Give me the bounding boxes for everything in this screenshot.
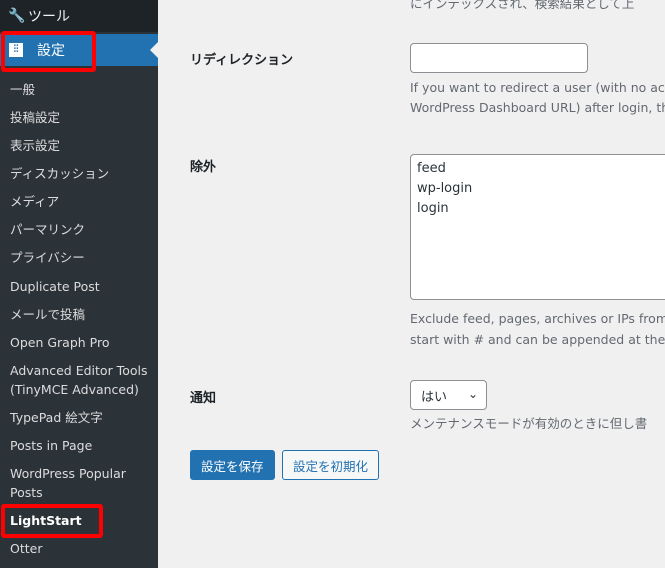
wrench-icon: 🔧: [8, 8, 26, 24]
sidebar-subitem[interactable]: パーマリンク: [10, 220, 150, 239]
description-text: にインデックスされ、検索結果として上: [410, 0, 635, 11]
sidebar-subitem[interactable]: 投稿設定: [10, 108, 150, 127]
exclude-textarea[interactable]: feed wp-login login: [410, 154, 665, 300]
notify-label: 通知: [190, 391, 217, 406]
current-arrow: [150, 42, 158, 58]
sidebar-subitem[interactable]: Open Graph Pro: [10, 333, 150, 352]
notify-select[interactable]: はい ⌄: [410, 380, 487, 410]
highlight-box: [1, 504, 103, 538]
exclude-label: 除外: [190, 160, 217, 175]
sidebar-subitem[interactable]: ディスカッション: [10, 164, 150, 183]
exclude-desc: Exclude feed, pages, archives or IPs fro…: [410, 311, 665, 326]
redirect-desc: WordPress Dashboard URL) after login, th: [410, 100, 665, 115]
sidebar-subitem[interactable]: メールで投稿: [10, 305, 150, 324]
admin-sidebar: 🔧 ツール ⫶⫶ 設定 一般 投稿設定 表示設定 ディスカッション メディア パーマリンク プラ…: [0, 0, 158, 568]
sidebar-subitem[interactable]: プライバシー: [10, 248, 150, 267]
redirect-input[interactable]: [410, 43, 588, 73]
reset-button[interactable]: 設定を初期化: [282, 450, 380, 480]
sidebar-subitem[interactable]: Posts in Page: [10, 436, 150, 455]
save-button[interactable]: 設定を保存: [190, 450, 275, 480]
sidebar-subitem[interactable]: 表示設定: [10, 136, 150, 155]
exclude-desc: start with # and can be appended at the …: [410, 332, 665, 347]
sidebar-item-tools[interactable]: 🔧 ツール: [0, 0, 158, 32]
sidebar-subitem[interactable]: Duplicate Post: [10, 277, 150, 296]
sidebar-subitem[interactable]: 一般: [10, 80, 150, 99]
notify-desc: メンテナンスモードが有効のときに但し書: [410, 416, 648, 431]
exclude-line: feed: [417, 161, 446, 176]
redirect-desc: If you want to redirect a user (with no …: [410, 80, 665, 95]
chevron-down-icon: ⌄: [467, 387, 478, 401]
exclude-line: login: [417, 201, 449, 216]
sidebar-subitem[interactable]: TypePad 絵文字: [10, 408, 150, 427]
sidebar-subitem[interactable]: メディア: [10, 192, 150, 211]
sidebar-subitem[interactable]: WordPress Popular Posts: [10, 464, 150, 502]
exclude-line: wp-login: [417, 181, 473, 196]
sidebar-subitem[interactable]: Advanced Editor Tools (TinyMCE Advanced): [10, 361, 150, 399]
highlight-box: [1, 31, 96, 72]
sidebar-subitem[interactable]: Otter: [10, 539, 150, 558]
redirect-label: リディレクション: [190, 53, 294, 68]
